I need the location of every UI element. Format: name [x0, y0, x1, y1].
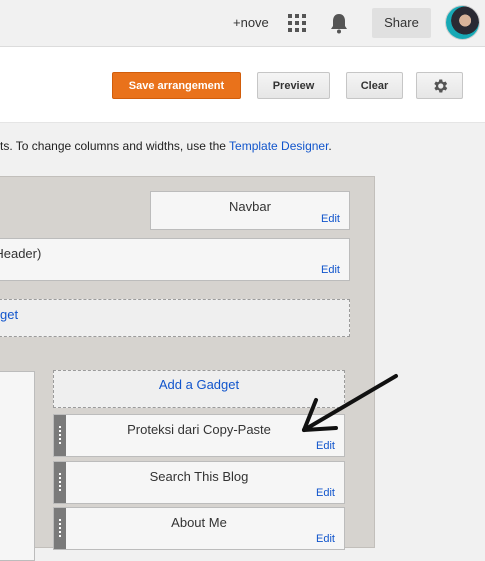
- gadget-title: Navbar: [229, 199, 271, 214]
- gadget-title: About Me: [171, 515, 227, 530]
- gadget-title: Search This Blog: [149, 469, 249, 484]
- navbar-gadget[interactable]: Navbar Edit: [150, 191, 350, 230]
- edit-link[interactable]: Edit: [321, 264, 340, 276]
- edit-link[interactable]: Edit: [316, 487, 335, 499]
- clear-button[interactable]: Clear: [346, 72, 403, 99]
- edit-link[interactable]: Edit: [321, 213, 340, 225]
- edit-link[interactable]: Edit: [316, 533, 335, 545]
- add-gadget-link[interactable]: get: [0, 307, 18, 322]
- save-arrangement-button[interactable]: Save arrangement: [112, 72, 241, 99]
- info-text: ts. To change columns and widths, use th…: [0, 139, 230, 153]
- top-bar: +nove Share: [0, 0, 485, 47]
- sidebar-gadget[interactable]: Search This Blog Edit: [53, 461, 345, 504]
- edit-link[interactable]: Edit: [316, 440, 335, 452]
- preview-button[interactable]: Preview: [257, 72, 330, 99]
- sidebar-gadget[interactable]: About Me Edit: [53, 507, 345, 550]
- gadget-title: (Header): [0, 246, 349, 261]
- avatar[interactable]: [446, 6, 479, 39]
- header-title: Header): [0, 246, 42, 261]
- header-gadget[interactable]: (Header) Edit: [0, 238, 350, 281]
- add-gadget-header[interactable]: get: [0, 299, 350, 337]
- gear-icon: [433, 79, 447, 93]
- info-suffix: .: [328, 139, 332, 153]
- layout-toolbar: Save arrangement Preview Clear: [0, 47, 485, 123]
- account-link[interactable]: +nove: [233, 15, 269, 30]
- template-designer-link[interactable]: Template Designer: [229, 139, 328, 153]
- annotation-arrow: [302, 374, 398, 432]
- layout-info-text: ts. To change columns and widths, use th…: [0, 139, 332, 153]
- layout-editor-panel: Navbar Edit (Header) Edit get Add a Gadg…: [0, 176, 375, 561]
- share-button[interactable]: Share: [372, 8, 431, 38]
- settings-button[interactable]: [416, 72, 463, 99]
- notifications-bell-icon[interactable]: [329, 12, 349, 34]
- apps-grid-icon[interactable]: [288, 14, 306, 32]
